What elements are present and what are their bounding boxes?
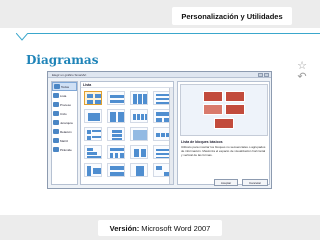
layout-thumbnail[interactable]: [84, 91, 102, 105]
category-item-cycle[interactable]: Ciclo: [52, 109, 77, 118]
category-item-all[interactable]: Todos: [52, 82, 77, 91]
preview-shape: [225, 104, 245, 115]
category-icon: [54, 84, 60, 89]
help-button[interactable]: [258, 73, 263, 77]
preview-description: Utilícelo para mostrar los bloques no se…: [181, 145, 266, 157]
layout-thumbnail[interactable]: [107, 127, 125, 141]
layout-thumbnail[interactable]: [107, 145, 125, 159]
category-item-matrix[interactable]: Matriz: [52, 136, 77, 145]
category-icon: [53, 129, 59, 134]
cancel-button[interactable]: Cancelar: [242, 179, 268, 186]
header-band: Personalización y Utilidades: [0, 0, 320, 28]
version-info: Versión: Microsoft Word 2007: [98, 220, 222, 236]
category-item-list[interactable]: Lista: [52, 91, 77, 100]
layout-thumbnail[interactable]: [84, 163, 102, 177]
page-title: Personalización y Utilidades: [172, 7, 292, 25]
version-label: Versión:: [109, 223, 140, 233]
layout-thumbnail[interactable]: [130, 109, 148, 123]
layout-thumbnail[interactable]: [130, 91, 148, 105]
layout-thumbnail[interactable]: [107, 91, 125, 105]
preview-title: Lista de bloques básicos: [181, 140, 223, 144]
preview-shape: [203, 91, 223, 102]
ok-button[interactable]: Aceptar: [214, 179, 238, 186]
layout-thumbnail[interactable]: [107, 109, 125, 123]
layout-thumbnail[interactable]: [130, 127, 148, 141]
preview-shape: [214, 118, 234, 129]
category-icon: [53, 120, 59, 125]
slide-heading: Diagramas: [26, 53, 99, 67]
category-item-process[interactable]: Proceso: [52, 100, 77, 109]
preview-panel: Lista de bloques básicos Utilícelo para …: [177, 81, 270, 185]
category-item-relationship[interactable]: Relación: [52, 127, 77, 136]
category-item-hierarchy[interactable]: Jerarquía: [52, 118, 77, 127]
close-button[interactable]: [264, 73, 269, 77]
version-value: Microsoft Word 2007: [141, 223, 211, 233]
layout-thumbnail[interactable]: [84, 109, 102, 123]
category-icon: [53, 93, 59, 98]
category-icon: [53, 147, 59, 152]
smartart-dialog: Elegir un gráfico SmartArt Todos Lista P…: [47, 71, 272, 189]
category-icon: [53, 111, 59, 116]
layout-gallery: Lista: [80, 81, 174, 185]
tab-notch: [16, 33, 28, 41]
category-icon: [53, 102, 59, 107]
dialog-window-controls: [258, 73, 269, 77]
preview-shape: [225, 91, 245, 102]
layout-thumbnail[interactable]: [84, 145, 102, 159]
layout-thumbnail[interactable]: [107, 163, 125, 177]
category-item-pyramid[interactable]: Pirámide: [52, 145, 77, 154]
slide: Personalización y Utilidades Diagramas ☆…: [0, 0, 320, 240]
preview-shape: [203, 104, 223, 115]
layout-thumbnail[interactable]: [130, 145, 148, 159]
dialog-titlebar: Elegir un gráfico SmartArt: [48, 72, 271, 78]
layout-thumbnail[interactable]: [130, 163, 148, 177]
layout-thumbnail[interactable]: [84, 127, 102, 141]
category-list: Todos Lista Proceso Ciclo Jerarquía Rela…: [51, 81, 78, 185]
undo-arrow-icon[interactable]: ↶: [296, 71, 308, 83]
layout-thumbnails: [81, 88, 173, 180]
category-icon: [53, 138, 59, 143]
dialog-title: Elegir un gráfico SmartArt: [52, 73, 87, 77]
divider-line: [28, 33, 320, 34]
layout-preview: [180, 84, 268, 136]
gallery-scrollbar[interactable]: [169, 88, 173, 184]
